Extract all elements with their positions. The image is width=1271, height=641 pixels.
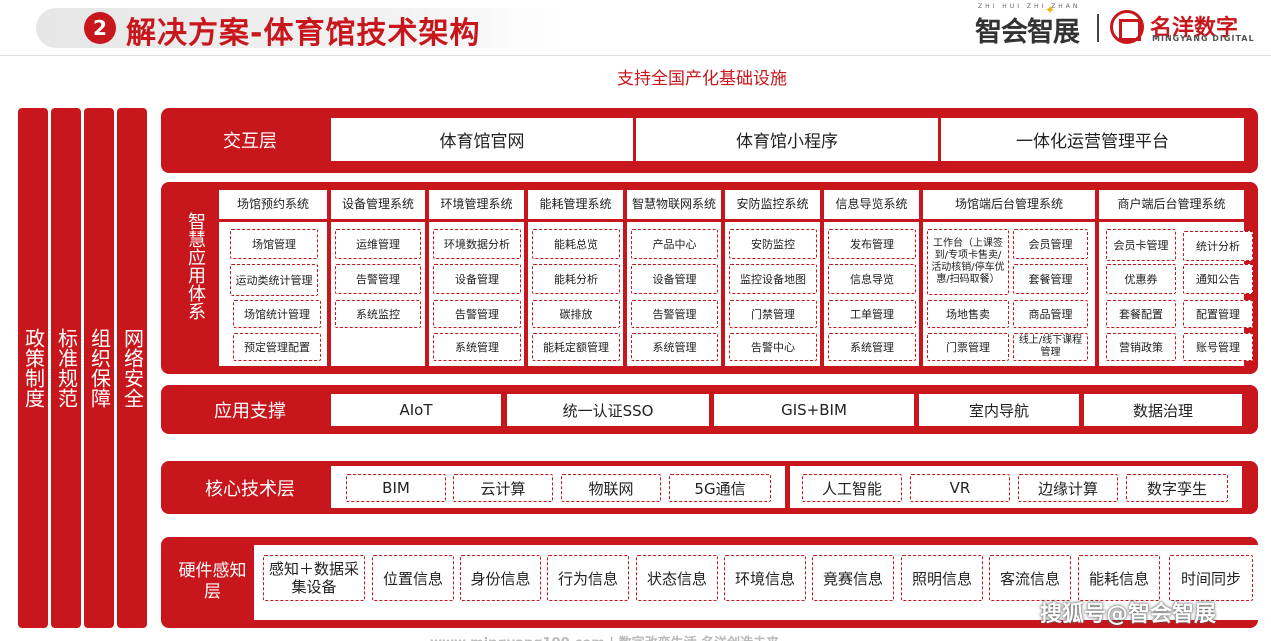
smart-app-item: 设备管理 — [631, 264, 718, 294]
smart-app-item: 账号管理 — [1183, 333, 1253, 361]
smart-app-item: 系统管理 — [433, 333, 521, 361]
smart-app-column-title: 安防监控系统 — [725, 190, 820, 222]
hardware-layer-label: 硬件感知层 — [178, 561, 247, 602]
subtitle: 支持全国产化基础设施 — [617, 69, 787, 89]
core-tech-item: BIM — [346, 474, 446, 502]
smart-app-item: 通知公告 — [1183, 264, 1253, 294]
smart-app-item: 告警管理 — [631, 300, 718, 328]
smart-app-column-title: 智慧物联网系统 — [627, 190, 721, 222]
smart-app-item: 套餐管理 — [1013, 264, 1088, 294]
hardware-item: 竟赛信息 — [812, 555, 894, 601]
support-item: 数据治理 — [1084, 394, 1242, 426]
smart-app-item: 监控设备地图 — [729, 264, 817, 294]
mingyang-emblem-icon — [1110, 10, 1144, 44]
smart-app-item: 运维管理 — [335, 229, 421, 259]
core-tech-item: 5G通信 — [669, 474, 771, 502]
hardware-item: 环境信息 — [724, 555, 806, 601]
support-item: 室内导航 — [919, 394, 1079, 426]
smart-app-item: 产品中心 — [631, 229, 718, 259]
smart-app-item: 发布管理 — [828, 229, 916, 259]
core-tech-layer-label: 核心技术层 — [205, 479, 295, 500]
smart-app-item: 门禁管理 — [729, 300, 817, 328]
core-tech-item: 云计算 — [453, 474, 553, 502]
smart-app-item: 工单管理 — [828, 300, 916, 328]
smart-app-item: 告警中心 — [729, 333, 817, 361]
smart-app-item: 工作台（上课签到/专项卡售卖/活动核销/停车优惠/扫码取餐） — [927, 229, 1009, 295]
smart-app-item: 系统管理 — [828, 333, 916, 361]
pillar-network-security: 网络安全 — [117, 108, 147, 628]
hardware-item: 能耗信息 — [1078, 555, 1160, 601]
core-tech-item: 物联网 — [561, 474, 661, 502]
smart-app-item: 商品管理 — [1013, 300, 1088, 328]
footer-slogan: www.mingyang100.com | 数字改变生活 名洋创造未来 — [430, 632, 779, 641]
smart-app-item: 设备管理 — [433, 264, 521, 294]
page-title: 解决方案-体育馆技术架构 — [126, 16, 481, 51]
hardware-item: 照明信息 — [901, 555, 983, 601]
smart-app-column-title: 环境管理系统 — [429, 190, 524, 222]
core-tech-item: 边缘计算 — [1018, 474, 1118, 502]
hardware-item: 位置信息 — [372, 555, 454, 601]
interaction-layer-label: 交互层 — [223, 131, 277, 152]
interaction-item: 体育馆小程序 — [636, 118, 938, 161]
hardware-item: 时间同步 — [1169, 555, 1253, 601]
smart-app-item: 场馆统计管理 — [233, 300, 321, 328]
smart-app-item: 套餐配置 — [1106, 300, 1176, 328]
watermark: 搜狐号@智会智展 — [1040, 602, 1217, 627]
smart-app-item: 会员卡管理 — [1106, 229, 1176, 261]
smart-app-item: 能耗总览 — [532, 229, 620, 259]
smart-app-item: 场地售卖 — [927, 300, 1009, 328]
smart-app-item: 场馆管理 — [230, 229, 318, 259]
core-tech-item: 人工智能 — [802, 474, 902, 502]
support-layer-label: 应用支撑 — [214, 401, 286, 422]
smart-app-item: 预定管理配置 — [233, 333, 321, 361]
smart-app-item: 告警管理 — [433, 300, 521, 328]
interaction-item: 体育馆官网 — [331, 118, 633, 161]
smart-app-item: 信息导览 — [828, 264, 916, 294]
smart-app-column-title: 场馆预约系统 — [219, 190, 327, 222]
smart-app-item: 优惠券 — [1106, 264, 1176, 294]
smart-app-column-title: 场馆端后台管理系统 — [923, 190, 1095, 222]
logo-mingyang-subtitle: MINGYANG DIGITAL — [1152, 34, 1255, 43]
smart-app-column-title: 能耗管理系统 — [528, 190, 623, 222]
hardware-item: 客流信息 — [989, 555, 1071, 601]
smart-app-column-title: 设备管理系统 — [331, 190, 425, 222]
smart-app-item: 会员管理 — [1013, 229, 1088, 259]
smart-app-item: 能耗分析 — [532, 264, 620, 294]
smart-app-item: 营销政策 — [1106, 333, 1176, 361]
pillar-organization: 组织保障 — [84, 108, 114, 628]
logo-divider — [1097, 14, 1099, 42]
interaction-item: 一体化运营管理平台 — [941, 118, 1244, 161]
hardware-item: 感知＋数据采集设备 — [263, 555, 365, 601]
pillar-policy: 政策制度 — [18, 108, 48, 628]
smart-app-item: 安防监控 — [729, 229, 817, 259]
smart-app-item: 配置管理 — [1183, 300, 1253, 328]
header-divider — [0, 55, 1271, 56]
smart-app-item: 告警管理 — [335, 264, 421, 294]
smart-app-item: 统计分析 — [1183, 231, 1253, 261]
hardware-item: 行为信息 — [547, 555, 629, 601]
smart-app-layer-label: 智慧应用体系 — [185, 212, 206, 320]
smart-app-item: 环境数据分析 — [433, 229, 521, 259]
smart-app-column-title: 信息导览系统 — [824, 190, 919, 222]
section-number-badge: 2 — [84, 12, 116, 44]
smart-app-item: 能耗定额管理 — [532, 333, 620, 361]
support-item: AIoT — [331, 394, 501, 426]
smart-app-item: 系统监控 — [335, 300, 421, 328]
hardware-item: 身份信息 — [460, 555, 541, 601]
hardware-item: 状态信息 — [636, 555, 718, 601]
support-item: GIS+BIM — [714, 394, 914, 426]
smart-app-item: 线上/线下课程管理 — [1013, 333, 1088, 361]
support-item: 统一认证SSO — [507, 394, 709, 426]
smart-app-item: 碳排放 — [532, 300, 620, 328]
smart-app-item: 门票管理 — [927, 333, 1009, 361]
logo-zhihui-subtitle: ZHI HUI ZHI ZHAN — [978, 3, 1081, 10]
core-tech-item: 数字孪生 — [1126, 474, 1228, 502]
pillar-standards: 标准规范 — [51, 108, 81, 628]
logo-zhihui: 智会智展 — [975, 17, 1080, 48]
smart-app-column-title: 商户端后台管理系统 — [1099, 190, 1244, 222]
core-tech-item: VR — [910, 474, 1010, 502]
smart-app-item: 运动类统计管理 — [230, 264, 318, 296]
smart-app-item: 系统管理 — [631, 333, 718, 361]
